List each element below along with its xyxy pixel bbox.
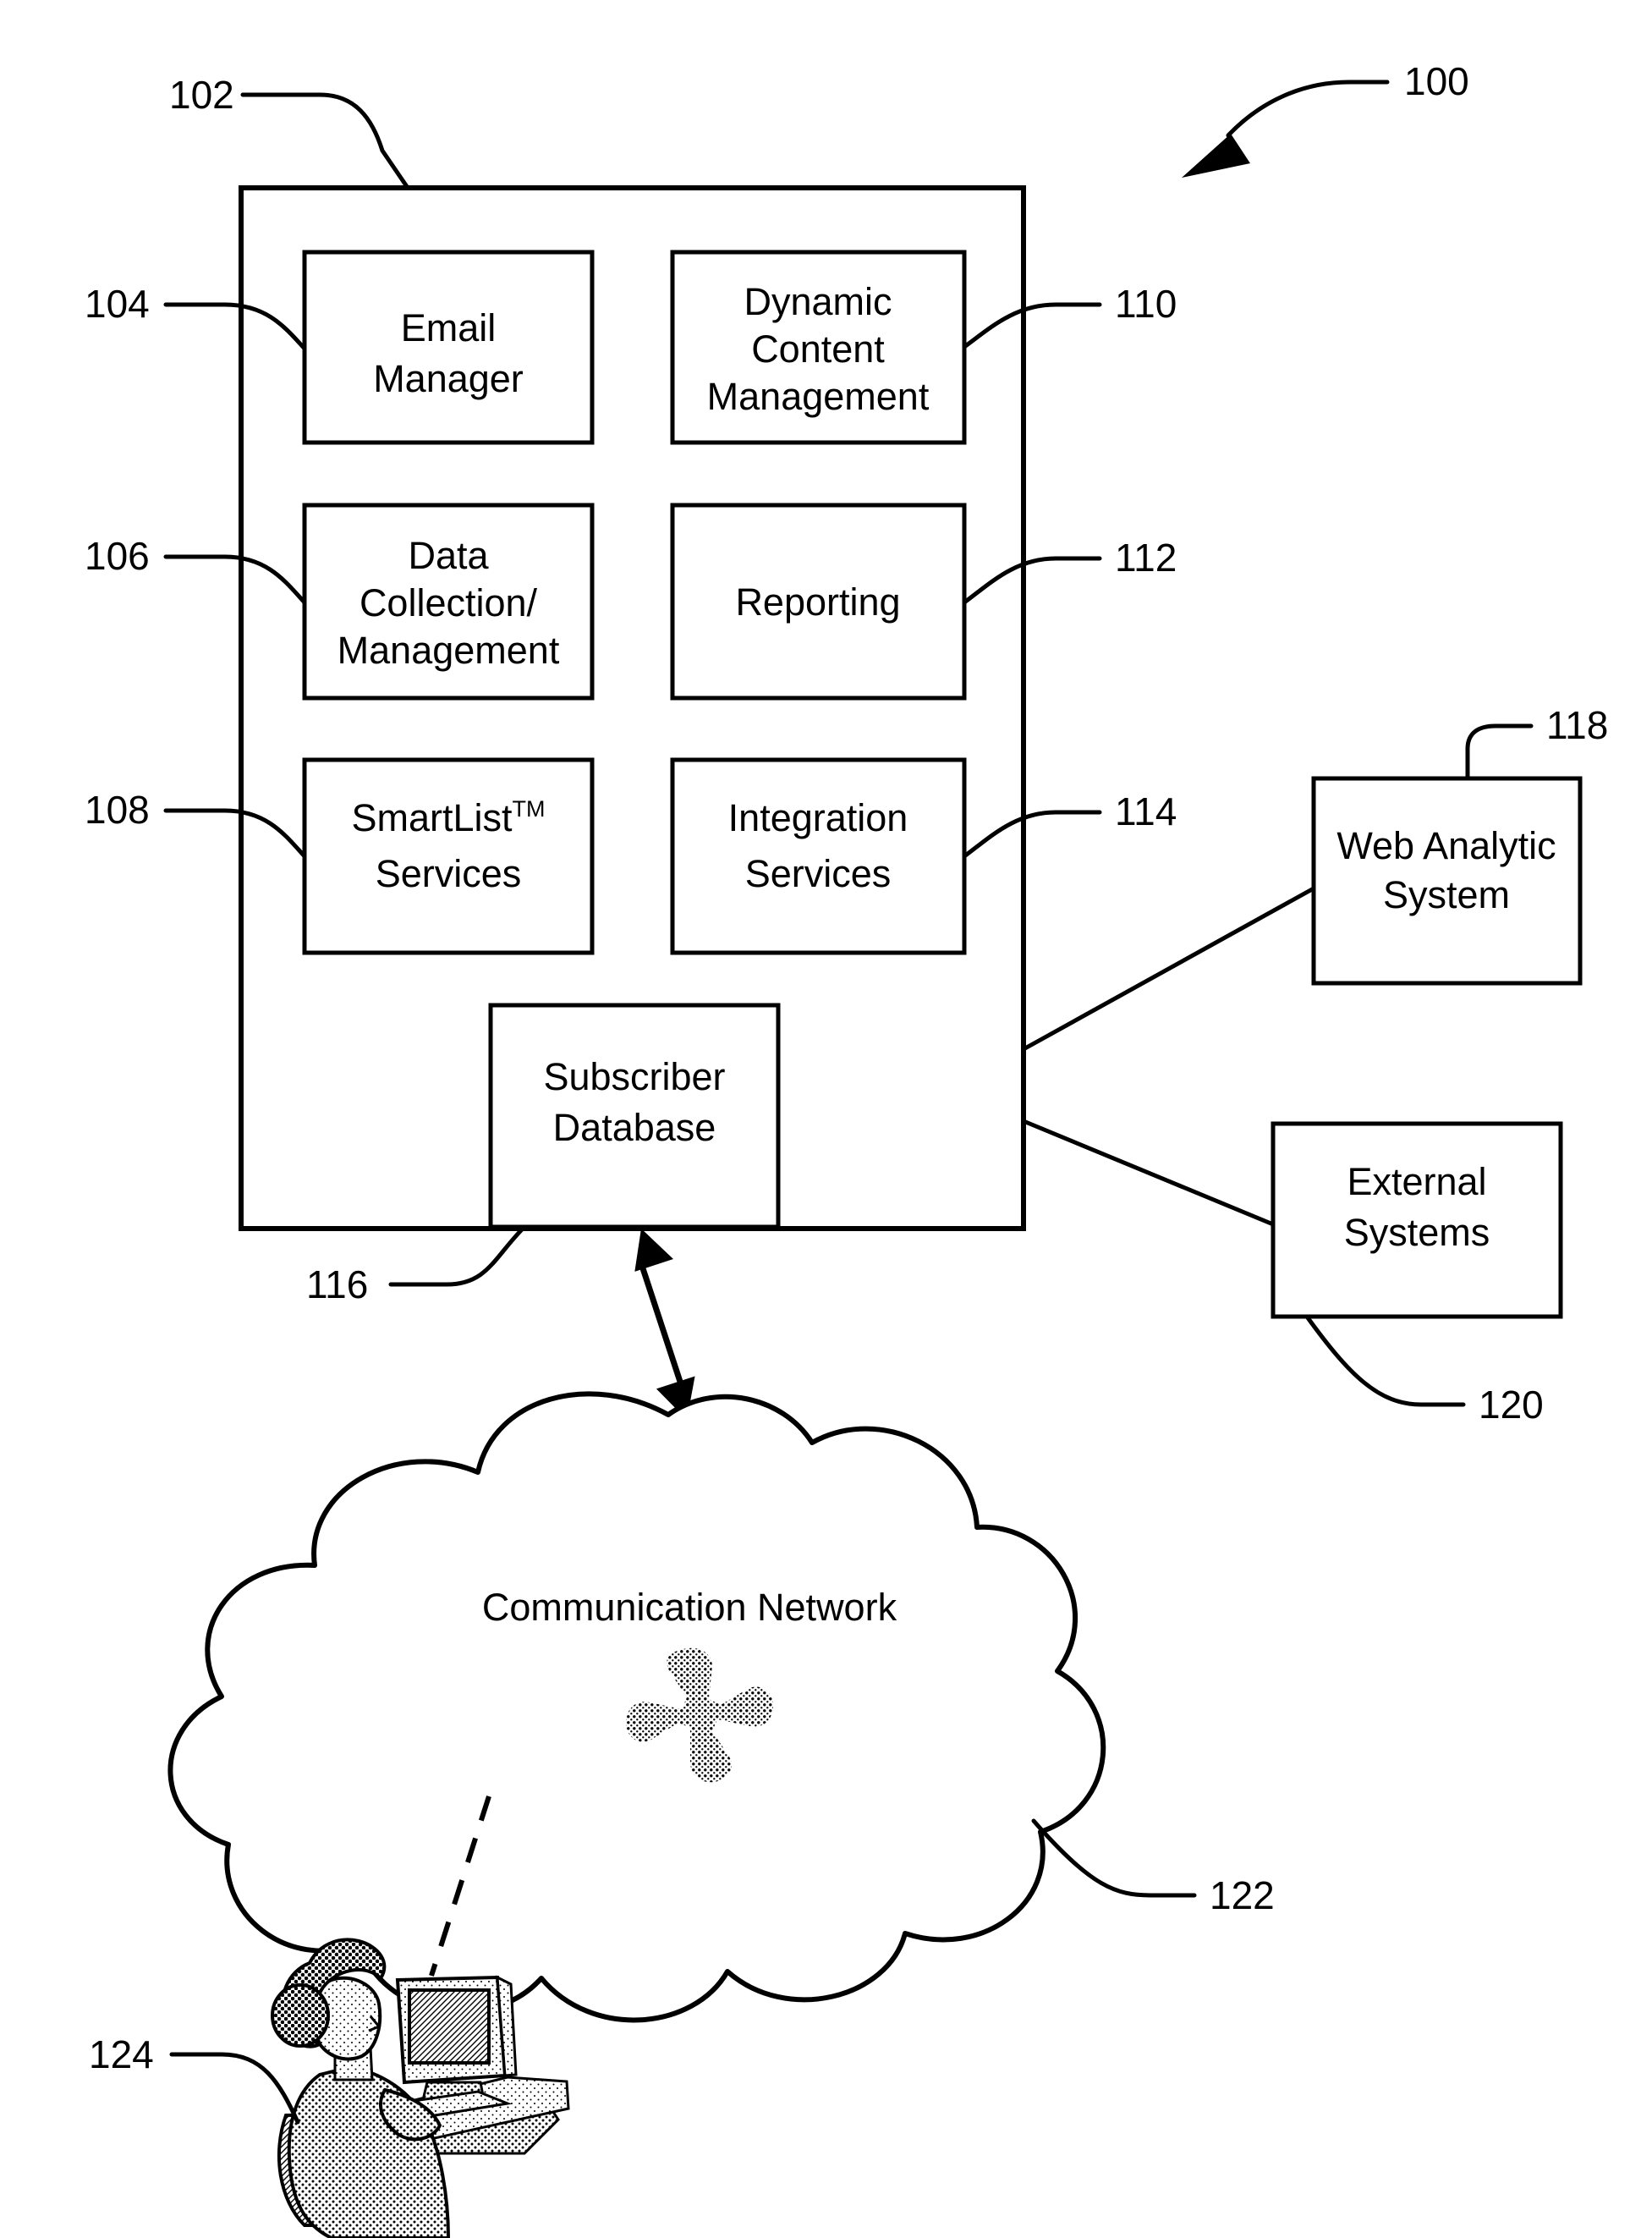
leader-102 (240, 92, 410, 190)
module-label-dcm2-line-2: Management (338, 629, 560, 672)
module-label-email-manager-line-1: Manager (373, 357, 524, 400)
node-label-external-systems-line-1: Systems (1344, 1211, 1490, 1254)
leader-120 (1304, 1314, 1466, 1407)
module-label-integration-line-0: Integration (728, 796, 908, 839)
figure-canvas: 100 102 Email Manager 104 Dynamic Conten… (85, 59, 1608, 2238)
module-smartlist-services: SmartListTM Services (302, 757, 595, 955)
ref-number-104: 104 (85, 282, 150, 326)
module-label-dcm-line-1: Content (751, 327, 885, 371)
module-label-subscriber-db-line-1: Database (553, 1106, 716, 1149)
communication-network-cloud: Communication Network (167, 1391, 1106, 2023)
node-external-systems: External Systems (1271, 1121, 1563, 1319)
ref-number-110: 110 (1115, 282, 1177, 326)
module-label-smartlist-line-1: Services (376, 852, 522, 895)
leader-122 (1031, 1818, 1197, 1898)
leader-124 (169, 2052, 300, 2125)
ref-number-106: 106 (85, 534, 150, 578)
ref-number-120: 120 (1479, 1383, 1544, 1427)
monitor-screen (408, 1988, 491, 2065)
module-label-email-manager-line-0: Email (401, 306, 497, 349)
module-label-reporting: Reporting (735, 580, 900, 624)
module-label-dcm-line-2: Management (707, 375, 930, 418)
connector-system-to-web-analytic (1021, 886, 1316, 1052)
ref-number-122: 122 (1210, 1873, 1275, 1917)
module-dynamic-content-management: Dynamic Content Management (670, 250, 967, 445)
module-label-smartlist-trademark: TM (513, 796, 546, 822)
ref-number-116: 116 (306, 1262, 368, 1306)
module-label-smartlist-text: SmartList (351, 796, 513, 839)
node-web-analytic-system: Web Analytic System (1311, 776, 1583, 986)
ref-number-124: 124 (89, 2032, 154, 2076)
patent-figure: 100 102 Email Manager 104 Dynamic Conten… (0, 0, 1652, 2238)
module-data-collection-management: Data Collection/ Management (302, 503, 595, 701)
module-label-dcm2-line-1: Collection/ (359, 581, 538, 624)
node-label-external-systems-line-0: External (1347, 1160, 1486, 1203)
overall-ref-arrow (1182, 80, 1390, 178)
node-label-web-analytic-line-1: System (1383, 873, 1510, 916)
ref-number-118: 118 (1546, 703, 1608, 747)
node-label-web-analytic-line-0: Web Analytic (1336, 824, 1556, 867)
ref-number-100: 100 (1404, 59, 1469, 103)
module-label-dcm2-line-0: Data (408, 534, 489, 577)
ref-number-114: 114 (1115, 789, 1177, 833)
connector-system-to-external-systems (1021, 1119, 1276, 1227)
module-email-manager: Email Manager (302, 250, 595, 445)
leader-116 (388, 1224, 527, 1287)
module-label-integration-line-1: Services (745, 852, 892, 895)
arrow-system-network-bidirectional (634, 1229, 695, 1420)
communication-network-label: Communication Network (482, 1586, 897, 1629)
ref-number-102: 102 (169, 73, 234, 117)
ref-number-108: 108 (85, 788, 150, 832)
module-label-dcm-line-0: Dynamic (744, 280, 892, 323)
module-subscriber-database: Subscriber Database (488, 1003, 781, 1229)
module-integration-services: Integration Services (670, 757, 967, 955)
leader-118 (1465, 723, 1534, 781)
ref-number-112: 112 (1115, 536, 1177, 580)
module-reporting: Reporting (670, 503, 967, 701)
module-label-subscriber-db-line-0: Subscriber (543, 1055, 725, 1098)
